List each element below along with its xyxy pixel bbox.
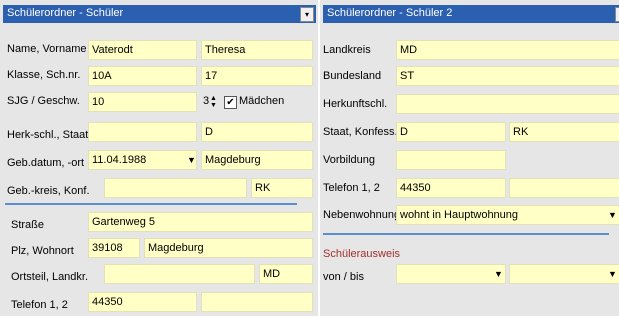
ortsteil-field[interactable] (104, 264, 255, 284)
ausweis-bis-select[interactable] (509, 264, 619, 284)
geburtskreis-field[interactable] (104, 178, 247, 198)
geschwister-spin-down-icon[interactable]: ▼ (210, 102, 217, 109)
wohnort-field[interactable]: Magdeburg (144, 238, 313, 258)
ortsteil-label: Ortsteil, Landkr. (11, 271, 89, 283)
bundesland-field[interactable]: ST (396, 66, 619, 86)
geburtsdatum-value: 11.04.1988 (92, 154, 147, 166)
vorbildung-label: Vorbildung (323, 154, 375, 166)
panel-menu-dropdown-icon[interactable]: ▾ (300, 7, 314, 22)
nebenwohnung-value: wohnt in Hauptwohnung (400, 209, 519, 221)
sjg-label: SJG / Geschw. (7, 95, 80, 107)
klasse-label: Klasse, Sch.nr. (7, 69, 81, 81)
maedchen-label: Mädchen (239, 95, 285, 107)
strasse-label: Straße (11, 219, 45, 231)
nebenwohnung-label: Nebenwohnung (323, 209, 401, 221)
section-separator (5, 203, 297, 205)
staat-field[interactable]: D (201, 122, 313, 142)
bundesland-label: Bundesland (323, 70, 382, 82)
plz-label: Plz, Wohnort (11, 245, 74, 257)
geburt-label: Geb.datum, -ort (7, 157, 85, 169)
landkreis-field[interactable]: MD (396, 40, 619, 60)
konfession-field[interactable]: RK (509, 122, 619, 142)
herkunftsschule-field[interactable] (396, 94, 619, 114)
strasse-field[interactable]: Gartenweg 5 (88, 212, 313, 232)
telefon2-field[interactable] (509, 178, 619, 198)
vorbildung-field[interactable] (396, 150, 506, 170)
klasse-field[interactable]: 10A (88, 66, 197, 86)
geburtsort-field[interactable]: Magdeburg (201, 150, 313, 170)
landkreis-label: Landkreis (323, 44, 371, 56)
staat-konfession-label: Staat, Konfess. (323, 126, 398, 138)
ausweis-bis-dropdown-icon[interactable]: ▼ (608, 265, 617, 283)
konfession-field[interactable]: RK (251, 178, 313, 198)
telefon1-field[interactable]: 44350 (88, 292, 197, 312)
herkunftsschule-field[interactable] (88, 122, 197, 142)
schuelerausweis-heading: Schülerausweis (323, 248, 401, 260)
schueler-panel-title: Schülerordner - Schüler (7, 7, 124, 19)
landkreis-field[interactable]: MD (259, 264, 313, 284)
vorname-field[interactable]: Theresa (201, 40, 313, 60)
telefon-label: Telefon 1, 2 (323, 182, 380, 194)
geschwister-value[interactable]: 3 (203, 95, 209, 107)
maedchen-checkbox[interactable]: ✔ (224, 96, 237, 109)
geburtsdatum-field[interactable]: 11.04.1988 (88, 150, 197, 170)
nebenwohnung-dropdown-icon[interactable]: ▼ (608, 206, 617, 224)
schueler-panel: Schülerordner - Schüler ▾ Name, Vorname … (0, 0, 318, 316)
ausweis-von-select[interactable] (396, 264, 506, 284)
nebenwohnung-select[interactable]: wohnt in Hauptwohnung (396, 205, 619, 225)
schueler2-panel-titlebar: Schülerordner - Schüler 2 ▾ (323, 5, 619, 23)
schueler2-panel: Schülerordner - Schüler 2 ▾ Landkreis MD… (320, 0, 619, 316)
herkunftsschule-label: Herkunftschl. (323, 98, 388, 110)
telefon-label: Telefon 1, 2 (11, 299, 68, 311)
nachname-field[interactable]: Vaterodt (88, 40, 197, 60)
geburtsdatum-dropdown-icon[interactable]: ▼ (187, 151, 196, 169)
geburtskreis-label: Geb.-kreis, Konf. (7, 185, 90, 197)
staat-field[interactable]: D (396, 122, 506, 142)
name-label: Name, Vorname (7, 43, 87, 55)
section-separator (323, 233, 609, 235)
herkunft-label: Herk-schl., Staat (7, 129, 89, 141)
plz-field[interactable]: 39108 (88, 238, 140, 258)
schueler2-panel-title: Schülerordner - Schüler 2 (327, 7, 453, 19)
telefon2-field[interactable] (201, 292, 313, 312)
geschwister-spin-up-icon[interactable]: ▲ (210, 95, 217, 102)
panel-menu-dropdown-icon[interactable]: ▾ (615, 7, 619, 22)
sjg-field[interactable]: 10 (88, 92, 197, 112)
ausweis-von-dropdown-icon[interactable]: ▼ (494, 265, 503, 283)
schueler-panel-titlebar: Schülerordner - Schüler ▾ (3, 5, 316, 23)
schuelernummer-field[interactable]: 17 (201, 66, 313, 86)
von-bis-label: von / bis (323, 271, 364, 283)
telefon1-field[interactable]: 44350 (396, 178, 506, 198)
